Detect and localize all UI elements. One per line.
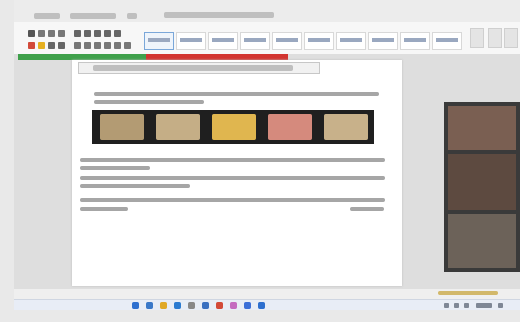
word-icon[interactable]: [202, 302, 209, 309]
participant-video[interactable]: [448, 154, 516, 210]
start-icon[interactable]: [132, 302, 139, 309]
text-line: [80, 184, 190, 188]
font-tool-icon[interactable]: [58, 42, 65, 49]
text-line: [94, 100, 204, 104]
tray-icon[interactable]: [464, 303, 469, 308]
tray-icon[interactable]: [498, 303, 503, 308]
style-gallery-item[interactable]: [336, 32, 366, 50]
dish-photo-3-icon: [212, 114, 256, 140]
quick-access-item[interactable]: [126, 13, 137, 19]
window-title: [164, 5, 324, 18]
dish-photo-1-icon: [100, 114, 144, 140]
document-page[interactable]: [72, 60, 402, 286]
font-tool-icon[interactable]: [28, 30, 35, 37]
video-call-panel[interactable]: [444, 102, 520, 272]
style-gallery-item[interactable]: [240, 32, 270, 50]
style-gallery-item[interactable]: [400, 32, 430, 50]
text-line: [80, 207, 128, 211]
app-icon[interactable]: [188, 302, 195, 309]
tray-icon[interactable]: [454, 303, 459, 308]
paragraph-tool-icon[interactable]: [84, 30, 91, 37]
zoom-slider[interactable]: [438, 291, 498, 295]
taskbar: [14, 299, 520, 310]
font-tool-icon[interactable]: [38, 30, 45, 37]
participant-video[interactable]: [448, 214, 516, 268]
text-line: [350, 207, 384, 211]
style-gallery-item[interactable]: [304, 32, 334, 50]
app-icon[interactable]: [230, 302, 237, 309]
style-gallery-item[interactable]: [208, 32, 238, 50]
app-icon[interactable]: [258, 302, 265, 309]
text-line: [94, 92, 379, 96]
browser-icon[interactable]: [174, 302, 181, 309]
editor-button[interactable]: [504, 28, 518, 48]
screen: [14, 0, 520, 310]
document-heading: [78, 62, 320, 74]
highlight-icon[interactable]: [38, 42, 45, 49]
participant-video[interactable]: [448, 106, 516, 150]
font-color-icon[interactable]: [28, 42, 35, 49]
align-icon[interactable]: [124, 42, 131, 49]
photo-strip: [92, 110, 374, 144]
file-explorer-icon[interactable]: [160, 302, 167, 309]
quick-access-toolbar[interactable]: [34, 6, 154, 19]
text-line: [80, 198, 385, 202]
paragraph-tool-icon[interactable]: [94, 30, 101, 37]
paragraph-tool-icon[interactable]: [74, 30, 81, 37]
title-bar: [14, 0, 520, 22]
align-icon[interactable]: [84, 42, 91, 49]
document-area: [14, 54, 520, 289]
style-gallery-item[interactable]: [432, 32, 462, 50]
font-tool-icon[interactable]: [48, 30, 55, 37]
quick-access-item[interactable]: [70, 13, 117, 19]
text-line: [80, 176, 385, 180]
app-icon[interactable]: [216, 302, 223, 309]
ribbon: [14, 22, 520, 55]
app-icon[interactable]: [244, 302, 251, 309]
dish-photo-2-icon: [156, 114, 200, 140]
find-button[interactable]: [470, 28, 484, 48]
font-tool-icon[interactable]: [58, 30, 65, 37]
tray-icon[interactable]: [444, 303, 449, 308]
align-icon[interactable]: [74, 42, 81, 49]
font-tool-icon[interactable]: [48, 42, 55, 49]
status-bar: [14, 289, 520, 299]
align-icon[interactable]: [114, 42, 121, 49]
align-icon[interactable]: [104, 42, 111, 49]
text-line: [80, 158, 385, 162]
text-line: [80, 166, 150, 170]
paragraph-tool-icon[interactable]: [104, 30, 111, 37]
style-gallery-item[interactable]: [144, 32, 174, 50]
style-gallery-item[interactable]: [272, 32, 302, 50]
heading-text: [93, 65, 293, 71]
clock[interactable]: [476, 303, 492, 308]
align-icon[interactable]: [94, 42, 101, 49]
style-gallery-item[interactable]: [176, 32, 206, 50]
quick-access-label: [34, 13, 60, 19]
dictate-button[interactable]: [488, 28, 502, 48]
style-gallery-item[interactable]: [368, 32, 398, 50]
search-icon[interactable]: [146, 302, 153, 309]
dish-photo-5-icon: [324, 114, 368, 140]
paragraph-tool-icon[interactable]: [114, 30, 121, 37]
dish-photo-4-icon: [268, 114, 312, 140]
window-title-text: [164, 12, 274, 18]
